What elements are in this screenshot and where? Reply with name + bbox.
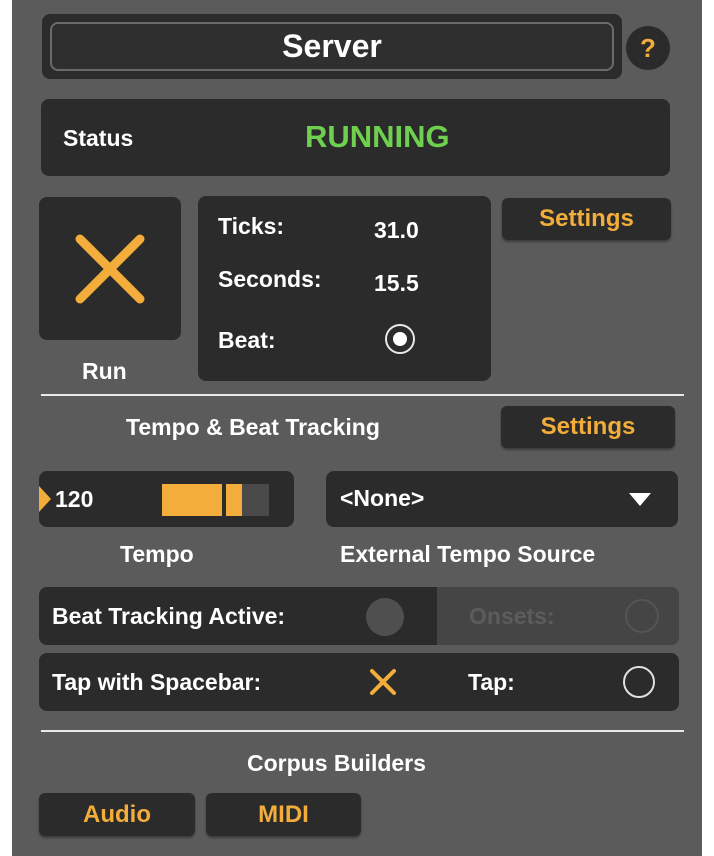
run-toggle[interactable] [39, 197, 181, 340]
x-icon [75, 234, 145, 303]
counters-box: Ticks: 31.0 Seconds: 15.5 Beat: [198, 196, 491, 381]
title-box: Server [50, 22, 614, 71]
corpus-builders-title: Corpus Builders [247, 750, 426, 776]
external-tempo-source-label: External Tempo Source [340, 541, 596, 567]
tempo-meter-fill [162, 484, 243, 516]
beat-indicator-dot [393, 332, 407, 346]
ticks-value: 31.0 [374, 217, 419, 243]
seconds-label: Seconds: [218, 266, 322, 292]
divider-bottom [41, 730, 684, 732]
tempo-meter [162, 484, 269, 516]
beat-tracking-row: Beat Tracking Active: Onsets: [39, 587, 679, 645]
play-triangle-icon [39, 486, 51, 512]
status-bar: Status RUNNING [41, 99, 670, 176]
status-label: Status [63, 125, 134, 151]
seconds-value: 15.5 [374, 270, 419, 296]
onsets-indicator [625, 599, 659, 633]
tap-row: Tap with Spacebar: Tap: [39, 653, 679, 711]
tempo-settings-label: Settings [540, 413, 636, 440]
help-button[interactable]: ? [626, 26, 670, 70]
tempo-section-title: Tempo & Beat Tracking [126, 414, 380, 440]
tempo-number-box[interactable]: 120 [39, 471, 294, 527]
server-settings-label: Settings [539, 205, 634, 232]
onsets-label: Onsets: [469, 603, 555, 629]
midi-button[interactable]: MIDI [206, 793, 361, 836]
tap-spacebar-label: Tap with Spacebar: [52, 669, 262, 695]
external-tempo-source-value: <None> [340, 485, 425, 511]
server-settings-button[interactable]: Settings [502, 198, 671, 240]
tap-label: Tap: [468, 669, 515, 695]
tempo-value: 120 [55, 486, 94, 512]
onsets-area: Onsets: [437, 587, 679, 645]
beat-tracking-active-toggle[interactable] [366, 598, 404, 636]
status-value: RUNNING [305, 119, 450, 154]
external-tempo-source-dropdown[interactable]: <None> [326, 471, 678, 527]
server-panel: Server ? Status RUNNING Run Ticks: 31.0 … [12, 0, 702, 856]
audio-button-label: Audio [83, 800, 151, 828]
midi-button-label: MIDI [258, 800, 309, 828]
tap-button[interactable] [623, 666, 655, 698]
beat-label: Beat: [218, 327, 276, 353]
tempo-settings-button[interactable]: Settings [501, 406, 675, 448]
page-title: Server [282, 28, 382, 64]
title-frame: Server [42, 14, 622, 79]
tempo-label: Tempo [120, 541, 194, 567]
beat-tracking-active-label: Beat Tracking Active: [52, 603, 286, 629]
beat-indicator [385, 324, 415, 354]
tempo-meter-marker [222, 484, 226, 516]
help-icon: ? [640, 32, 656, 63]
dropdown-arrow-icon [629, 493, 651, 506]
run-label: Run [82, 358, 127, 384]
ticks-label: Ticks: [218, 213, 285, 239]
tap-spacebar-toggle-icon[interactable] [369, 668, 397, 696]
divider-top [41, 394, 684, 396]
audio-button[interactable]: Audio [39, 793, 195, 836]
